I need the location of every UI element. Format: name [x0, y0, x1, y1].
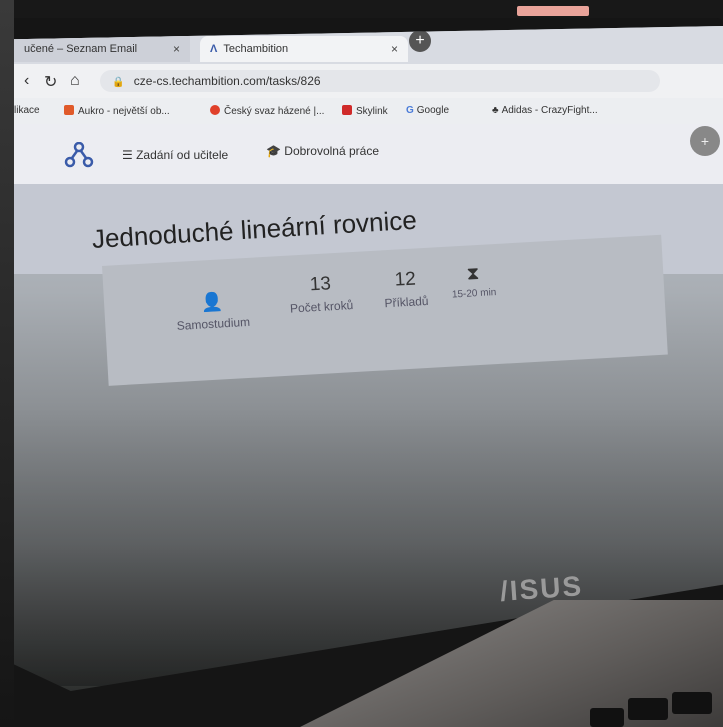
tab-label: učené – Seznam Email — [24, 43, 138, 55]
person-icon: 👤 — [200, 291, 224, 313]
page-title: Jednoduché lineární rovnice — [91, 204, 418, 254]
close-icon[interactable]: × — [173, 42, 180, 56]
stat-label: Počet kroků — [289, 298, 354, 316]
tab-label: Techambition — [223, 43, 289, 55]
adidas-icon: ♣ — [492, 105, 499, 116]
nav-dobrovolna-prace[interactable]: 🎓 Dobrovolná práce — [266, 144, 379, 158]
stat-label: Příkladů — [384, 293, 429, 311]
tab-seznam-email[interactable]: učené – Seznam Email × — [14, 36, 190, 62]
background-light — [517, 6, 589, 16]
bookmark-item[interactable]: Aukro - největší ob... — [64, 105, 170, 117]
bookmark-item[interactable]: Český svaz házené |... — [210, 105, 324, 117]
keyboard-key — [628, 698, 668, 720]
address-bar: ‹ ↻ ⌂ 🔒 cze-cs.techambition.com/tasks/82… — [14, 64, 723, 98]
bookmark-item[interactable]: G Google — [406, 105, 449, 116]
plus-icon[interactable]: + — [690, 126, 720, 156]
home-icon[interactable]: ⌂ — [70, 72, 80, 90]
stat-label: Samostudium — [176, 314, 251, 333]
back-arrow-icon[interactable]: ‹ — [24, 72, 29, 90]
aukro-icon — [64, 105, 74, 115]
url-text: cze-cs.techambition.com/tasks/826 — [133, 74, 321, 88]
hourglass-icon: ⧗ — [466, 262, 480, 284]
stat-time: ⧗ 15-20 min — [432, 261, 514, 301]
bookmark-item[interactable]: Skylink — [342, 105, 388, 117]
bookmark-item[interactable]: ♣ Adidas - CrazyFight... — [492, 105, 598, 116]
bookmarks-bar: likace Aukro - největší ob... Český svaz… — [14, 98, 723, 124]
lock-icon: 🔒 — [112, 77, 125, 88]
stat-pocet-kroku: 13 Počet kroků — [275, 271, 367, 316]
stat-samostudium: 👤 Samostudium — [162, 289, 264, 334]
new-tab-button[interactable]: + — [409, 30, 431, 52]
stat-label: 15-20 min — [451, 287, 497, 301]
google-icon: G — [406, 105, 414, 116]
techambition-favicon-icon: Λ — [210, 43, 218, 55]
reload-icon[interactable]: ↻ — [44, 72, 57, 92]
techambition-logo-icon[interactable] — [64, 142, 94, 168]
close-icon[interactable]: × — [391, 42, 398, 56]
bookmark-item[interactable]: likace — [14, 105, 40, 116]
stat-value: 13 — [309, 273, 332, 296]
url-field[interactable]: 🔒 cze-cs.techambition.com/tasks/826 — [100, 70, 660, 92]
keyboard-key — [590, 708, 624, 727]
list-icon: ☰ — [122, 148, 137, 162]
nav-zadani-od-ucitele[interactable]: ☰ Zadání od učitele — [122, 148, 228, 162]
handball-icon — [210, 105, 220, 115]
background-left-edge — [0, 0, 14, 727]
app-header: ☰ Zadání od učitele 🎓 Dobrovolná práce — [14, 124, 723, 184]
skylink-icon — [342, 105, 352, 115]
keyboard-key — [672, 692, 712, 714]
graduation-cap-icon: 🎓 — [266, 144, 285, 158]
laptop-screen: učené – Seznam Email × Λ Techambition × … — [14, 26, 723, 691]
tab-techambition[interactable]: Λ Techambition × — [200, 36, 408, 62]
